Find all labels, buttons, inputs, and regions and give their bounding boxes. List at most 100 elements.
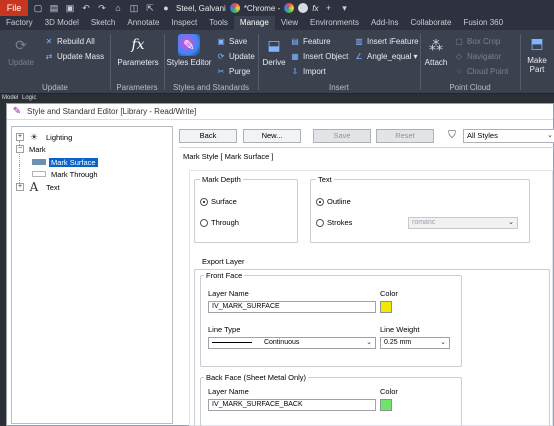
tree-node-mark-through[interactable]: Mark Through (32, 168, 100, 180)
line-weight-select[interactable]: 0.25 mm ⌄ (380, 337, 450, 349)
save-icon[interactable]: ▣ (64, 2, 76, 14)
parameters-label: Parameters (117, 58, 159, 67)
appearance-icon (229, 3, 240, 13)
back-color-swatch[interactable] (380, 399, 392, 411)
attach-label: Attach (424, 58, 448, 67)
file-menu-button[interactable]: File (0, 0, 28, 16)
tab-tools[interactable]: Tools (203, 16, 234, 30)
rebuild-all-button[interactable]: ✕ Rebuild All (44, 36, 95, 48)
select-icon[interactable]: ⇱ (144, 2, 156, 14)
point-cloud-group-title: Point Cloud (449, 83, 491, 92)
style-tree: + ☀ Lighting − Mark Mark Surface Mark Th… (11, 126, 173, 424)
tree-node-label: Mark (29, 144, 46, 154)
make-part-button[interactable]: ⬒ Make Part (522, 32, 552, 74)
fx-button[interactable]: fx (312, 4, 318, 13)
derive-icon: ⬓ (267, 37, 281, 53)
chevron-down-icon: ▾ (413, 52, 418, 61)
new-icon[interactable]: ▢ (32, 2, 44, 14)
tab-sketch[interactable]: Sketch (85, 16, 121, 30)
tab-inspect[interactable]: Inspect (165, 16, 203, 30)
back-layer-name-input[interactable]: IV_MARK_SURFACE_BACK (208, 399, 376, 411)
text-style-icon: A (29, 180, 39, 194)
front-color-swatch[interactable] (380, 301, 392, 313)
home-icon[interactable]: ⌂ (112, 2, 124, 14)
mark-depth-through-radio[interactable]: Through (200, 218, 239, 227)
make-part-label-2: Part (529, 65, 545, 74)
back-button[interactable]: Back (179, 129, 237, 143)
ribbon-separator (110, 34, 111, 90)
tab-manage[interactable]: Manage (233, 16, 275, 30)
styles-update-button[interactable]: ⟳ Update (216, 51, 255, 63)
redo-icon[interactable]: ↷ (96, 2, 108, 14)
insert-feature-button[interactable]: ▤ Feature (290, 36, 330, 48)
tree-node-mark[interactable]: − Mark (16, 143, 48, 155)
styles-save-button[interactable]: ▣ Save (216, 36, 247, 48)
attach-icon: ⁂ (429, 37, 443, 53)
tree-node-label: Mark Surface (49, 157, 98, 167)
styles-purge-button[interactable]: ✂ Purge (216, 66, 251, 78)
insert-ifeature-button[interactable]: ▥ Insert iFeature (354, 36, 418, 48)
tree-node-label: Text (46, 182, 60, 192)
tab-factory[interactable]: Factory (0, 16, 39, 30)
front-face-label: Front Face (204, 271, 245, 280)
front-layer-name-label: Layer Name (208, 289, 249, 298)
styles-purge-label: Purge (229, 67, 251, 76)
tree-node-lighting[interactable]: + ☀ Lighting (16, 131, 74, 143)
front-layer-name-input[interactable]: IV_MARK_SURFACE (208, 301, 376, 313)
new-button[interactable]: New... (243, 129, 301, 143)
cloud-point-button[interactable]: ⁘ Cloud Point (454, 66, 509, 78)
feature-icon: ▤ (291, 37, 299, 46)
tab-environments[interactable]: Environments (304, 16, 365, 30)
appearance-selector[interactable]: *Chrome - (244, 4, 280, 13)
tree-node-mark-surface[interactable]: Mark Surface (32, 156, 98, 168)
mark-depth-surface-radio[interactable]: Surface (200, 197, 237, 206)
angle-equal-label: Angle_equal (367, 52, 412, 61)
derive-button[interactable]: ⬓ Derive (260, 34, 288, 67)
tab-annotate[interactable]: Annotate (121, 16, 165, 30)
angle-equal-selector[interactable]: ∠ Angle_equal ▾ (354, 51, 418, 63)
style-filter-select[interactable]: All Styles ⌄ (463, 129, 554, 143)
reset-button[interactable]: Reset (376, 129, 434, 143)
strokes-option-label: Strokes (327, 218, 353, 227)
mark-surface-icon (32, 159, 46, 165)
update-icon: ⟳ (15, 37, 27, 53)
box-crop-button[interactable]: ▢ Box Crop (454, 36, 500, 48)
parameters-button[interactable]: fx Parameters (116, 34, 160, 67)
measure-icon[interactable]: ◫ (128, 2, 140, 14)
add-icon[interactable]: + (323, 2, 335, 14)
tab-view[interactable]: View (275, 16, 304, 30)
navigator-button[interactable]: ◇ Navigator (454, 51, 501, 63)
update-mass-button[interactable]: ⇄ Update Mass (44, 51, 105, 63)
sphere-icon[interactable]: ● (160, 2, 172, 14)
expand-icon[interactable]: + (16, 183, 24, 191)
save-button[interactable]: Save (313, 129, 371, 143)
customize-icon[interactable]: ▾ (339, 2, 351, 14)
tab-add-ins[interactable]: Add-Ins (365, 16, 405, 30)
back-layer-name-label: Layer Name (208, 387, 249, 396)
import-button[interactable]: ⇩ Import (290, 66, 326, 78)
browser-tab-model[interactable]: Model (2, 95, 18, 101)
styles-editor-button[interactable]: ✎ Styles Editor (166, 34, 212, 67)
text-strokes-radio[interactable]: Strokes (316, 218, 352, 227)
line-weight-value: 0.25 mm (384, 339, 412, 346)
material-selector[interactable]: Steel, Galvani (176, 4, 226, 13)
expand-icon[interactable]: + (16, 133, 24, 141)
ribbon-separator (520, 34, 521, 90)
line-type-select[interactable]: Continuous ⌄ (208, 337, 376, 349)
undo-icon[interactable]: ↶ (80, 2, 92, 14)
tab-collaborate[interactable]: Collaborate (405, 16, 458, 30)
open-icon[interactable]: ▤ (48, 2, 60, 14)
attach-button[interactable]: ⁂ Attach (422, 34, 450, 67)
font-select[interactable]: romanc ⌄ (408, 217, 518, 229)
tab-fusion-360[interactable]: Fusion 360 (457, 16, 509, 30)
collapse-icon[interactable]: − (16, 145, 24, 153)
update-button[interactable]: ⟳ Update (6, 34, 36, 67)
clear-appearance-icon[interactable] (284, 3, 295, 13)
text-outline-radio[interactable]: Outline (316, 197, 351, 206)
browser-tab-logic[interactable]: Logic (22, 95, 36, 101)
tree-node-text[interactable]: + A Text (16, 181, 62, 193)
adjust-icon[interactable] (298, 3, 309, 13)
insert-object-button[interactable]: ▦ Insert Object (290, 51, 348, 63)
tab-3d-model[interactable]: 3D Model (39, 16, 85, 30)
line-sample-icon (212, 341, 252, 343)
